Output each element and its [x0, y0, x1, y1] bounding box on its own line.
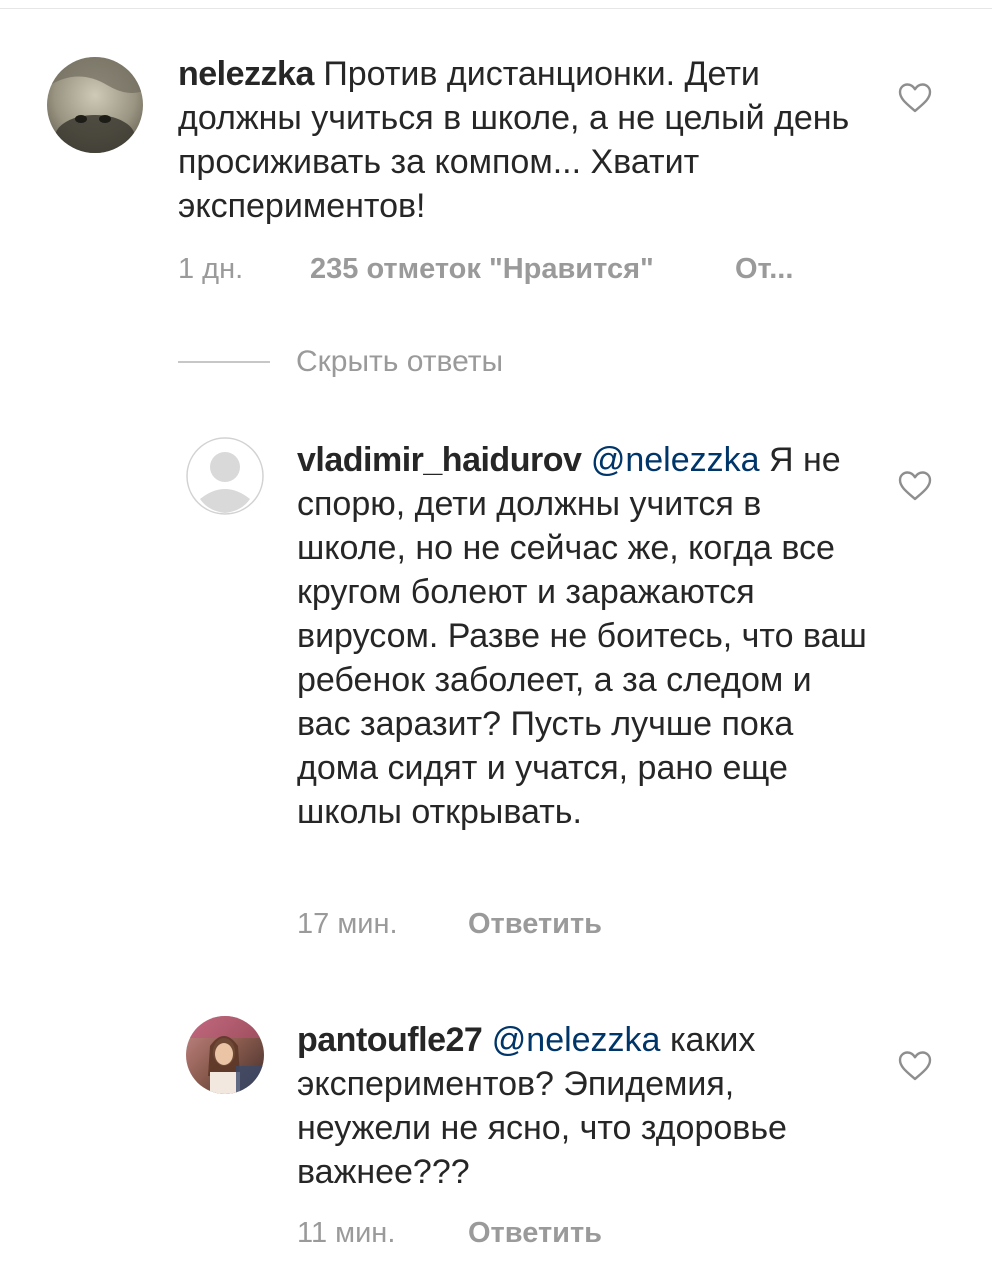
hide-replies-divider [178, 361, 270, 363]
avatar-nelezzka[interactable] [47, 57, 143, 153]
heart-outline-icon[interactable] [897, 82, 933, 114]
main-comment-text: nelezzka Против дистанционки. Дети должн… [178, 52, 868, 228]
reply-username[interactable]: vladimir_haidurov [297, 441, 582, 479]
reply-body: Я не спорю, дети должны учится в школе, … [297, 441, 867, 831]
reply-comment-text: vladimir_haidurov @nelezzka Я не спорю, … [297, 438, 872, 834]
heart-outline-icon[interactable] [897, 1050, 933, 1082]
reply-meta: 11 мин. Ответить [297, 1216, 797, 1250]
reply-button[interactable]: Ответить [468, 1216, 602, 1250]
reply-comment-text: pantoufle27 @nelezzka каких эксперименто… [297, 1018, 867, 1194]
reply-button[interactable]: Ответить [468, 907, 602, 941]
top-divider [0, 8, 992, 9]
reply-username[interactable]: pantoufle27 [297, 1021, 483, 1059]
mention-link[interactable]: @nelezzka [591, 441, 760, 479]
mention-link[interactable]: @nelezzka [492, 1021, 661, 1059]
likes-count-link[interactable]: 235 отметок "Нравится" [310, 252, 654, 286]
comment-time: 1 дн. [178, 253, 244, 285]
reply-button[interactable]: От... [735, 252, 793, 286]
reply-meta: 17 мин. Ответить [297, 907, 797, 941]
heart-outline-icon[interactable] [897, 470, 933, 502]
hide-replies-label: Скрыть ответы [296, 345, 504, 378]
main-comment-meta: 1 дн. 235 отметок "Нравится" От... [178, 252, 898, 286]
avatar-pantoufle27[interactable] [186, 1016, 264, 1094]
default-avatar-icon[interactable] [186, 437, 264, 515]
reply-time: 11 мин. [297, 1217, 396, 1249]
reply-time: 17 мин. [297, 908, 398, 940]
comment-username[interactable]: nelezzka [178, 55, 314, 93]
